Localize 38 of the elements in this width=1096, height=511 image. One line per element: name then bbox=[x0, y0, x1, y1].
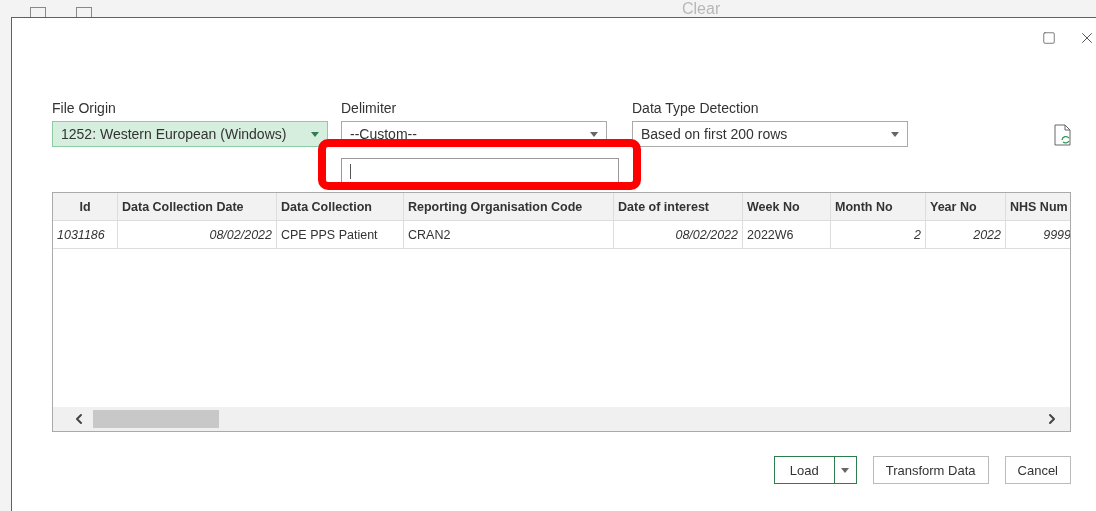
caret-icon bbox=[590, 131, 598, 137]
table-cell: 08/02/2022 bbox=[614, 221, 743, 248]
dropdown[interactable]: Based on first 200 rows bbox=[632, 121, 908, 147]
field-label: Data Type Detection bbox=[632, 100, 760, 117]
column-header: Year No bbox=[926, 193, 1006, 220]
text-cursor bbox=[350, 164, 351, 179]
column-header: Data Collection bbox=[277, 193, 404, 220]
column-header: Week No bbox=[743, 193, 831, 220]
table-cell: 1031186 bbox=[53, 221, 118, 248]
dialog-button[interactable]: Transform Data bbox=[872, 456, 989, 484]
ribbon-icon[interactable] bbox=[76, 7, 92, 17]
column-header: Data Collection Date bbox=[118, 193, 277, 220]
table-cell: 2 bbox=[831, 221, 926, 248]
file-refresh-icon[interactable] bbox=[1054, 124, 1072, 146]
caret-icon bbox=[891, 131, 899, 137]
caret-icon bbox=[311, 131, 319, 137]
delimiter-input-field[interactable] bbox=[341, 158, 619, 185]
maximize-icon[interactable] bbox=[1042, 31, 1056, 45]
column-header: NHS Num bbox=[1006, 193, 1070, 220]
table-cell: 2022 bbox=[926, 221, 1006, 248]
table-cell: 2022W6 bbox=[743, 221, 831, 248]
scroll-thumb[interactable] bbox=[93, 410, 219, 428]
dialog-button[interactable]: Cancel bbox=[1004, 456, 1071, 484]
table-cell: CPE PPS Patient bbox=[277, 221, 404, 248]
table-cell: 08/02/2022 bbox=[118, 221, 277, 248]
load-split-button[interactable]: Load bbox=[773, 456, 857, 484]
column-header: Date of interest bbox=[614, 193, 743, 220]
table-cell: CRAN2 bbox=[404, 221, 614, 248]
field-label: Delimiter bbox=[341, 100, 398, 117]
ribbon-icon[interactable] bbox=[30, 7, 46, 17]
column-header: Reporting Organisation Code bbox=[404, 193, 614, 220]
field-label: File Origin bbox=[52, 100, 117, 117]
column-header: Id bbox=[53, 193, 118, 220]
horizontal-scrollbar[interactable] bbox=[53, 407, 1070, 431]
column-header: Month No bbox=[831, 193, 926, 220]
caret-icon bbox=[841, 467, 850, 473]
table-cell: 9999 bbox=[1006, 221, 1070, 248]
dropdown[interactable]: 1252: Western European (Windows) bbox=[52, 121, 328, 147]
